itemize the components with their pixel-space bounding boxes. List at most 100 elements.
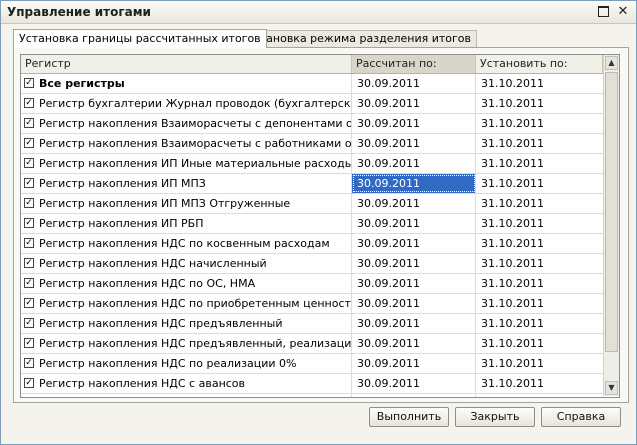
table-row[interactable]: ✓ Регистр накопления НДС предъявленный, р… (21, 334, 603, 354)
register-name-cell[interactable]: ✓ Регистр накопления ИП РБП (21, 214, 352, 233)
calculated-to-cell[interactable]: 30.09.2011 (352, 334, 476, 353)
checkbox-icon[interactable]: ✓ (24, 258, 34, 268)
checkbox-icon[interactable]: ✓ (24, 378, 34, 388)
register-name-cell[interactable]: ✓ Регистр накопления НДС с авансов (21, 374, 352, 393)
register-name-cell[interactable]: ✓ Регистр накопления ИП МПЗ (21, 174, 352, 193)
checkbox-icon[interactable]: ✓ (24, 138, 34, 148)
table-row[interactable]: ✓ Регистр накопления ИП МПЗ 30.09.2011 31.1… (21, 174, 603, 194)
set-to-cell[interactable]: 31.10.2011 (476, 314, 603, 333)
calculated-to-cell[interactable]: 30.09.2011 (352, 394, 476, 397)
table-row[interactable]: ✓ Регистр накопления НДС начисленный 30.09… (21, 254, 603, 274)
register-name-cell[interactable]: ✓ Регистр накопления ИП Иные материальные… (21, 154, 352, 173)
set-to-cell[interactable]: 31.10.2011 (476, 374, 603, 393)
calculated-to-cell[interactable]: 30.09.2011 (352, 94, 476, 113)
register-name-cell[interactable]: ✓ Регистр накопления НДС по косвенным рас… (21, 234, 352, 253)
calculated-to-cell[interactable]: 30.09.2011 (352, 254, 476, 273)
checkbox-icon[interactable]: ✓ (24, 118, 34, 128)
table-row[interactable]: ✓ Регистр накопления Взаиморасчеты с депо… (21, 114, 603, 134)
register-name-cell[interactable]: ✓ Регистр накопления НДС предъявленный (21, 314, 352, 333)
calculated-to-cell[interactable]: 30.09.2011 (352, 374, 476, 393)
set-to-cell[interactable]: 31.10.2011 (476, 294, 603, 313)
set-to-cell[interactable]: 31.10.2011 (476, 254, 603, 273)
table-row[interactable]: ✓ Регистр накопления ИП РБП 30.09.2011 31.1… (21, 214, 603, 234)
checkbox-icon[interactable]: ✓ (24, 298, 34, 308)
maximize-icon[interactable] (595, 4, 611, 19)
tab-totals-separation-mode[interactable]: Установка режима разделения итогов (241, 30, 478, 47)
scroll-down-icon[interactable]: ▼ (605, 381, 618, 395)
checkbox-icon[interactable]: ✓ (24, 158, 34, 168)
column-header-set-to[interactable]: Установить по: (476, 55, 603, 73)
set-to-cell[interactable]: 31.10.2011 (476, 194, 603, 213)
table-row[interactable]: ✓ Регистр накопления НДС по косвенным рас… (21, 234, 603, 254)
set-to-cell[interactable]: 31.10.2011 (476, 74, 603, 93)
table-row[interactable]: ✓ Регистр накопления ИП МПЗ Отгруженные 30… (21, 194, 603, 214)
table-row[interactable]: ✓ Регистр накопления НДС по ОС, НМА 30.09.… (21, 274, 603, 294)
register-name-cell[interactable]: ✓ Регистр накопления НДС по приобретенным… (21, 294, 352, 313)
register-name-cell[interactable]: ✓ Регистр бухгалтерии Журнал проводок (бу… (21, 94, 352, 113)
register-name-cell[interactable]: ✓ Регистр накопления Взаиморасчеты с рабо… (21, 134, 352, 153)
run-button[interactable]: Выполнить (369, 407, 449, 427)
close-icon[interactable]: ✕ (615, 4, 631, 19)
checkbox-icon[interactable]: ✓ (24, 218, 34, 228)
set-to-cell[interactable]: 31.10.2011 (476, 354, 603, 373)
column-header-register[interactable]: Регистр (21, 55, 352, 73)
calculated-to-cell[interactable]: 30.09.2011 (352, 314, 476, 333)
table-row[interactable]: ✓ Регистр бухгалтерии Журнал проводок (бу… (21, 94, 603, 114)
vertical-scrollbar[interactable]: ▲ ▼ (603, 55, 619, 396)
register-name-cell[interactable]: ✓ Регистр накопления НДС по ОС, НМА (21, 274, 352, 293)
register-name-cell[interactable]: ✓ Регистр накопления Взаиморасчеты с депо… (21, 114, 352, 133)
set-to-cell[interactable]: 31.10.2011 (476, 394, 603, 397)
checkbox-icon[interactable]: ✓ (24, 338, 34, 348)
set-to-cell[interactable]: 31.10.2011 (476, 94, 603, 113)
set-to-cell[interactable]: 31.10.2011 (476, 114, 603, 133)
calculated-to-cell[interactable]: 30.09.2011 (352, 274, 476, 293)
table-row[interactable]: ✓ Все регистры 30.09.2011 31.10.2011 (21, 74, 603, 94)
scroll-thumb[interactable] (605, 72, 618, 352)
table-row[interactable]: ✓ Регистр накопления ИП Иные материальные… (21, 154, 603, 174)
calculated-to-cell[interactable]: 30.09.2011 (352, 154, 476, 173)
table-row[interactable]: ✓ Регистр накопления НДС предъявленный 30.… (21, 314, 603, 334)
calculated-to-cell[interactable]: 30.09.2011 (352, 74, 476, 93)
checkbox-icon[interactable]: ✓ (24, 238, 34, 248)
set-to-cell[interactable]: 31.10.2011 (476, 274, 603, 293)
register-name-cell[interactable]: ✓ Регистр накопления ИП МПЗ Отгруженные (21, 194, 352, 213)
calculated-to-cell[interactable]: 30.09.2011 (352, 134, 476, 153)
calculated-to-cell[interactable]: 30.09.2011 (352, 194, 476, 213)
calculated-to-cell[interactable]: 30.09.2011 (352, 234, 476, 253)
register-name-cell[interactable]: ✓ Регистр накопления НДС по реализации 0% (21, 354, 352, 373)
register-name: Регистр накопления Взаиморасчеты с депон… (39, 117, 351, 130)
calculated-to-cell[interactable]: 30.09.2011 (352, 354, 476, 373)
checkbox-icon[interactable]: ✓ (24, 358, 34, 368)
calculated-to-cell[interactable]: 30.09.2011 (352, 294, 476, 313)
register-name-cell[interactable]: ✓Регистр накопления НДФЛ имущественные в… (21, 394, 352, 397)
checkbox-icon[interactable]: ✓ (24, 178, 34, 188)
set-to-cell[interactable]: 31.10.2011 (476, 174, 603, 193)
table-row[interactable]: ✓ Регистр накопления НДС по приобретенным… (21, 294, 603, 314)
register-name-cell[interactable]: ✓ Регистр накопления НДС начисленный (21, 254, 352, 273)
checkbox-icon[interactable]: ✓ (24, 98, 34, 108)
help-button[interactable]: Справка (541, 407, 621, 427)
set-to-cell[interactable]: 31.10.2011 (476, 334, 603, 353)
checkbox-icon[interactable]: ✓ (24, 198, 34, 208)
table-row[interactable]: ✓ Регистр накопления Взаиморасчеты с рабо… (21, 134, 603, 154)
calculated-to-cell[interactable]: 30.09.2011 (352, 174, 476, 193)
table-row[interactable]: ✓ Регистр накопления НДС по реализации 0%… (21, 354, 603, 374)
table-row[interactable]: ✓Регистр накопления НДФЛ имущественные в… (21, 394, 603, 397)
table-row[interactable]: ✓ Регистр накопления НДС с авансов 30.09.2… (21, 374, 603, 394)
scroll-up-icon[interactable]: ▲ (605, 56, 618, 70)
set-to-cell[interactable]: 31.10.2011 (476, 154, 603, 173)
set-to-cell[interactable]: 31.10.2011 (476, 214, 603, 233)
set-to-cell[interactable]: 31.10.2011 (476, 134, 603, 153)
calculated-to-cell[interactable]: 30.09.2011 (352, 114, 476, 133)
set-to-cell[interactable]: 31.10.2011 (476, 234, 603, 253)
checkbox-icon[interactable]: ✓ (24, 318, 34, 328)
register-name: Регистр накопления НДС предъявленный (39, 317, 283, 330)
checkbox-icon[interactable]: ✓ (24, 278, 34, 288)
column-header-calculated-to[interactable]: Рассчитан по: (352, 55, 476, 73)
close-button[interactable]: Закрыть (455, 407, 535, 427)
tab-calculated-totals-border[interactable]: Установка границы рассчитанных итогов (13, 29, 267, 48)
checkbox-icon[interactable]: ✓ (24, 78, 34, 88)
calculated-to-cell[interactable]: 30.09.2011 (352, 214, 476, 233)
register-name-cell[interactable]: ✓ Все регистры (21, 74, 352, 93)
register-name-cell[interactable]: ✓ Регистр накопления НДС предъявленный, р… (21, 334, 352, 353)
